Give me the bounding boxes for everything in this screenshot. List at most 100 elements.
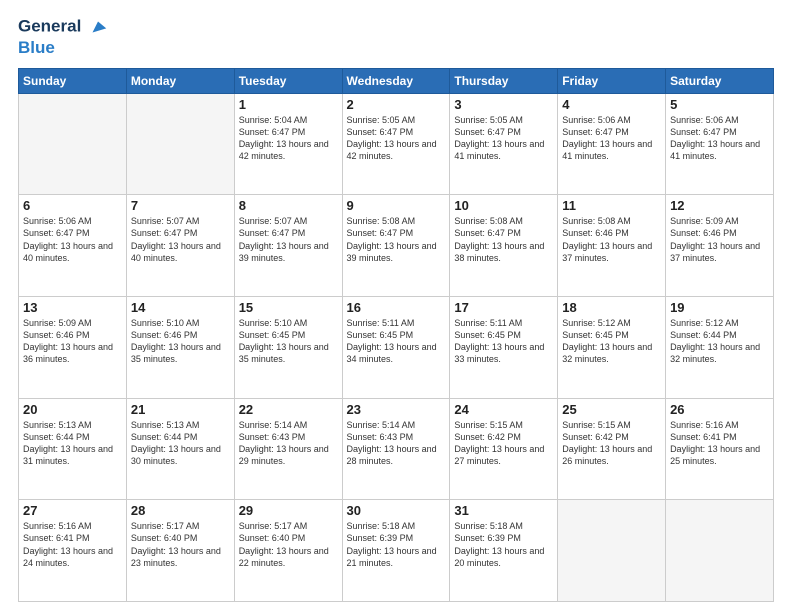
day-info: Sunrise: 5:18 AM Sunset: 6:39 PM Dayligh… bbox=[454, 520, 553, 569]
logo-blue: Blue bbox=[18, 38, 109, 58]
calendar-cell: 3 Sunrise: 5:05 AM Sunset: 6:47 PM Daylig… bbox=[450, 93, 558, 195]
calendar-cell: 1 Sunrise: 5:04 AM Sunset: 6:47 PM Daylig… bbox=[234, 93, 342, 195]
day-number: 13 bbox=[23, 300, 122, 315]
day-info: Sunrise: 5:04 AM Sunset: 6:47 PM Dayligh… bbox=[239, 114, 338, 163]
day-number: 8 bbox=[239, 198, 338, 213]
day-info: Sunrise: 5:15 AM Sunset: 6:42 PM Dayligh… bbox=[454, 419, 553, 468]
day-info: Sunrise: 5:18 AM Sunset: 6:39 PM Dayligh… bbox=[347, 520, 446, 569]
calendar-cell: 19Sunrise: 5:12 AM Sunset: 6:44 PM Dayli… bbox=[666, 296, 774, 398]
calendar-cell: 8 Sunrise: 5:07 AM Sunset: 6:47 PM Daylig… bbox=[234, 195, 342, 297]
calendar-cell: 13 Sunrise: 5:09 AM Sunset: 6:46 PM Dayli… bbox=[19, 296, 127, 398]
calendar-cell: 10 Sunrise: 5:08 AM Sunset: 6:47 PM Dayli… bbox=[450, 195, 558, 297]
calendar-week-row: 27 Sunrise: 5:16 AM Sunset: 6:41 PM Dayli… bbox=[19, 500, 774, 602]
day-info: Sunrise: 5:11 AM Sunset: 6:45 PM Dayligh… bbox=[454, 317, 553, 366]
day-info: Sunrise: 5:10 AM Sunset: 6:46 PM Dayligh… bbox=[131, 317, 230, 366]
calendar-cell bbox=[19, 93, 127, 195]
day-number: 27 bbox=[23, 503, 122, 518]
calendar-table: SundayMondayTuesdayWednesdayThursdayFrid… bbox=[18, 68, 774, 602]
day-info: Sunrise: 5:13 AM Sunset: 6:44 PM Dayligh… bbox=[23, 419, 122, 468]
day-number: 12 bbox=[670, 198, 769, 213]
calendar-cell: 25Sunrise: 5:15 AM Sunset: 6:42 PM Dayli… bbox=[558, 398, 666, 500]
weekday-cell: Thursday bbox=[450, 68, 558, 93]
day-number: 19 bbox=[670, 300, 769, 315]
day-number: 23 bbox=[347, 402, 446, 417]
day-number: 3 bbox=[454, 97, 553, 112]
day-number: 17 bbox=[454, 300, 553, 315]
day-number: 25 bbox=[562, 402, 661, 417]
day-number: 30 bbox=[347, 503, 446, 518]
calendar-cell bbox=[558, 500, 666, 602]
day-info: Sunrise: 5:05 AM Sunset: 6:47 PM Dayligh… bbox=[347, 114, 446, 163]
calendar-week-row: 13 Sunrise: 5:09 AM Sunset: 6:46 PM Dayli… bbox=[19, 296, 774, 398]
weekday-cell: Friday bbox=[558, 68, 666, 93]
calendar-cell bbox=[126, 93, 234, 195]
day-number: 20 bbox=[23, 402, 122, 417]
day-info: Sunrise: 5:07 AM Sunset: 6:47 PM Dayligh… bbox=[131, 215, 230, 264]
day-number: 4 bbox=[562, 97, 661, 112]
calendar-cell: 21 Sunrise: 5:13 AM Sunset: 6:44 PM Dayli… bbox=[126, 398, 234, 500]
day-number: 1 bbox=[239, 97, 338, 112]
calendar-cell: 11 Sunrise: 5:08 AM Sunset: 6:46 PM Dayli… bbox=[558, 195, 666, 297]
calendar-cell: 5 Sunrise: 5:06 AM Sunset: 6:47 PM Daylig… bbox=[666, 93, 774, 195]
day-number: 21 bbox=[131, 402, 230, 417]
weekday-cell: Tuesday bbox=[234, 68, 342, 93]
calendar-cell: 15Sunrise: 5:10 AM Sunset: 6:45 PM Dayli… bbox=[234, 296, 342, 398]
day-number: 5 bbox=[670, 97, 769, 112]
calendar-cell: 26 Sunrise: 5:16 AM Sunset: 6:41 PM Dayli… bbox=[666, 398, 774, 500]
day-info: Sunrise: 5:16 AM Sunset: 6:41 PM Dayligh… bbox=[23, 520, 122, 569]
calendar-week-row: 20 Sunrise: 5:13 AM Sunset: 6:44 PM Dayli… bbox=[19, 398, 774, 500]
calendar-cell: 17 Sunrise: 5:11 AM Sunset: 6:45 PM Dayli… bbox=[450, 296, 558, 398]
day-info: Sunrise: 5:14 AM Sunset: 6:43 PM Dayligh… bbox=[347, 419, 446, 468]
logo: General Blue bbox=[18, 16, 109, 58]
day-number: 18 bbox=[562, 300, 661, 315]
logo-text: General bbox=[18, 16, 109, 38]
day-info: Sunrise: 5:06 AM Sunset: 6:47 PM Dayligh… bbox=[670, 114, 769, 163]
calendar-cell: 12 Sunrise: 5:09 AM Sunset: 6:46 PM Dayli… bbox=[666, 195, 774, 297]
day-info: Sunrise: 5:12 AM Sunset: 6:45 PM Dayligh… bbox=[562, 317, 661, 366]
calendar-cell: 22Sunrise: 5:14 AM Sunset: 6:43 PM Dayli… bbox=[234, 398, 342, 500]
calendar-cell: 7Sunrise: 5:07 AM Sunset: 6:47 PM Daylig… bbox=[126, 195, 234, 297]
day-number: 26 bbox=[670, 402, 769, 417]
day-info: Sunrise: 5:09 AM Sunset: 6:46 PM Dayligh… bbox=[23, 317, 122, 366]
day-number: 29 bbox=[239, 503, 338, 518]
day-info: Sunrise: 5:11 AM Sunset: 6:45 PM Dayligh… bbox=[347, 317, 446, 366]
calendar-cell: 23 Sunrise: 5:14 AM Sunset: 6:43 PM Dayli… bbox=[342, 398, 450, 500]
calendar-cell: 4 Sunrise: 5:06 AM Sunset: 6:47 PM Daylig… bbox=[558, 93, 666, 195]
weekday-header-row: SundayMondayTuesdayWednesdayThursdayFrid… bbox=[19, 68, 774, 93]
day-info: Sunrise: 5:08 AM Sunset: 6:47 PM Dayligh… bbox=[454, 215, 553, 264]
weekday-cell: Wednesday bbox=[342, 68, 450, 93]
day-number: 16 bbox=[347, 300, 446, 315]
calendar-cell: 16 Sunrise: 5:11 AM Sunset: 6:45 PM Dayli… bbox=[342, 296, 450, 398]
day-number: 14 bbox=[131, 300, 230, 315]
day-info: Sunrise: 5:13 AM Sunset: 6:44 PM Dayligh… bbox=[131, 419, 230, 468]
day-info: Sunrise: 5:08 AM Sunset: 6:47 PM Dayligh… bbox=[347, 215, 446, 264]
day-info: Sunrise: 5:10 AM Sunset: 6:45 PM Dayligh… bbox=[239, 317, 338, 366]
day-info: Sunrise: 5:06 AM Sunset: 6:47 PM Dayligh… bbox=[23, 215, 122, 264]
calendar-cell: 18 Sunrise: 5:12 AM Sunset: 6:45 PM Dayli… bbox=[558, 296, 666, 398]
day-number: 11 bbox=[562, 198, 661, 213]
day-number: 24 bbox=[454, 402, 553, 417]
day-number: 22 bbox=[239, 402, 338, 417]
day-info: Sunrise: 5:09 AM Sunset: 6:46 PM Dayligh… bbox=[670, 215, 769, 264]
day-info: Sunrise: 5:06 AM Sunset: 6:47 PM Dayligh… bbox=[562, 114, 661, 163]
day-number: 10 bbox=[454, 198, 553, 213]
day-number: 2 bbox=[347, 97, 446, 112]
page: General Blue SundayMondayTuesdayWednesda… bbox=[0, 0, 792, 612]
day-info: Sunrise: 5:17 AM Sunset: 6:40 PM Dayligh… bbox=[131, 520, 230, 569]
calendar-cell: 2 Sunrise: 5:05 AM Sunset: 6:47 PM Daylig… bbox=[342, 93, 450, 195]
calendar-cell: 20 Sunrise: 5:13 AM Sunset: 6:44 PM Dayli… bbox=[19, 398, 127, 500]
weekday-cell: Monday bbox=[126, 68, 234, 93]
calendar-cell: 6Sunrise: 5:06 AM Sunset: 6:47 PM Daylig… bbox=[19, 195, 127, 297]
day-number: 28 bbox=[131, 503, 230, 518]
calendar-cell: 30 Sunrise: 5:18 AM Sunset: 6:39 PM Dayli… bbox=[342, 500, 450, 602]
day-info: Sunrise: 5:16 AM Sunset: 6:41 PM Dayligh… bbox=[670, 419, 769, 468]
weekday-cell: Sunday bbox=[19, 68, 127, 93]
day-info: Sunrise: 5:07 AM Sunset: 6:47 PM Dayligh… bbox=[239, 215, 338, 264]
calendar-cell: 28 Sunrise: 5:17 AM Sunset: 6:40 PM Dayli… bbox=[126, 500, 234, 602]
calendar-week-row: 6Sunrise: 5:06 AM Sunset: 6:47 PM Daylig… bbox=[19, 195, 774, 297]
day-info: Sunrise: 5:05 AM Sunset: 6:47 PM Dayligh… bbox=[454, 114, 553, 163]
calendar-cell: 24 Sunrise: 5:15 AM Sunset: 6:42 PM Dayli… bbox=[450, 398, 558, 500]
day-info: Sunrise: 5:17 AM Sunset: 6:40 PM Dayligh… bbox=[239, 520, 338, 569]
day-info: Sunrise: 5:08 AM Sunset: 6:46 PM Dayligh… bbox=[562, 215, 661, 264]
calendar-cell: 29 Sunrise: 5:17 AM Sunset: 6:40 PM Dayli… bbox=[234, 500, 342, 602]
